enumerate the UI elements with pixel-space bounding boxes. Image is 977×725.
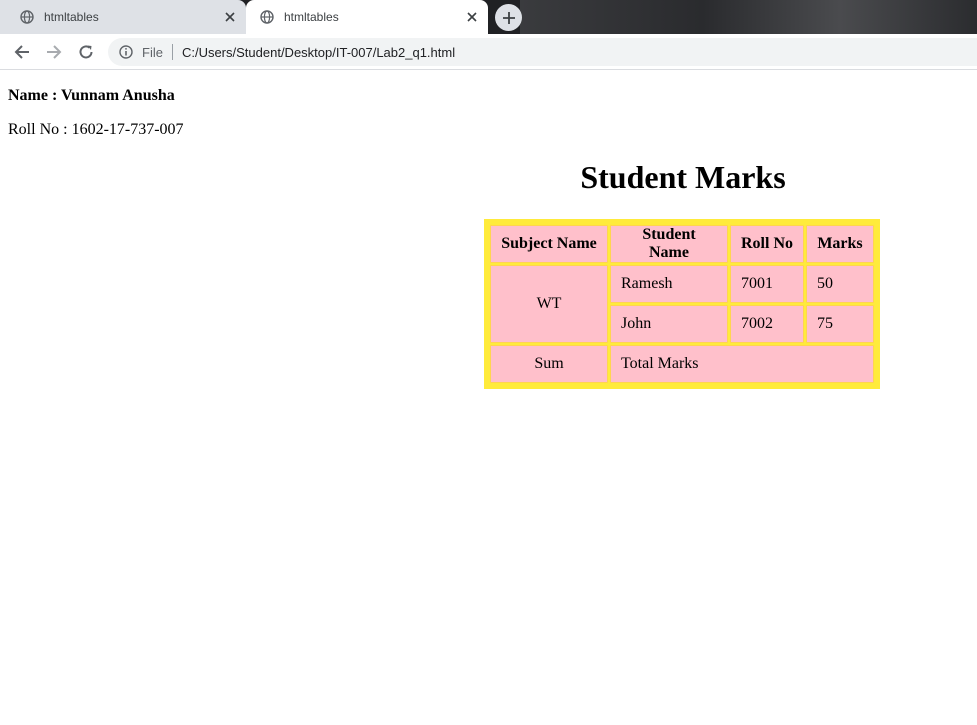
reload-button[interactable] [74, 40, 98, 64]
browser-toolbar: File C:/Users/Student/Desktop/IT-007/Lab… [0, 34, 977, 70]
student-name-cell: Ramesh [610, 265, 728, 303]
close-icon[interactable] [222, 9, 238, 25]
plus-icon [502, 11, 515, 24]
tab-strip: htmltables htmltables [0, 0, 977, 34]
marks-cell: 50 [806, 265, 874, 303]
tab-htmltables-1[interactable]: htmltables [0, 0, 246, 34]
marks-table: Subject Name Student Name Roll No Marks … [484, 219, 880, 389]
marks-cell: 75 [806, 305, 874, 343]
table-footer-row: Sum Total Marks [490, 345, 874, 383]
address-bar[interactable]: File C:/Users/Student/Desktop/IT-007/Lab… [108, 38, 977, 66]
close-icon[interactable] [464, 9, 480, 25]
student-name: Name : Vunnam Anusha [8, 87, 175, 104]
column-header: Roll No [730, 225, 804, 263]
forward-button[interactable] [42, 40, 66, 64]
subject-cell: WT [490, 265, 608, 343]
column-header: Marks [806, 225, 874, 263]
back-button[interactable] [10, 40, 34, 64]
sum-label-cell: Sum [490, 345, 608, 383]
column-header: Subject Name [490, 225, 608, 263]
omnibox-divider [171, 44, 173, 60]
reload-icon [79, 45, 93, 59]
scheme-label: File [142, 44, 163, 60]
table-header-row: Subject Name Student Name Roll No Marks [490, 225, 874, 263]
page-title: Student Marks [580, 159, 786, 195]
roll-no-cell: 7001 [730, 265, 804, 303]
tab-title: htmltables [44, 10, 99, 24]
student-roll-no: Roll No : 1602-17-737-007 [8, 121, 184, 138]
student-name-cell: John [610, 305, 728, 343]
tab-htmltables-2[interactable]: htmltables [246, 0, 488, 34]
roll-no-cell: 7002 [730, 305, 804, 343]
forward-arrow-icon [47, 45, 62, 59]
total-marks-cell: Total Marks [610, 345, 874, 383]
url-text[interactable]: C:/Users/Student/Desktop/IT-007/Lab2_q1.… [182, 45, 455, 60]
column-header: Student Name [610, 225, 728, 263]
window-titlebar-background [520, 0, 977, 34]
globe-icon [260, 10, 274, 24]
new-tab-button[interactable] [495, 4, 522, 31]
tab-title: htmltables [284, 10, 339, 24]
page-content: Name : Vunnam Anusha Roll No : 1602-17-7… [0, 71, 977, 725]
globe-icon [20, 10, 34, 24]
table-row: WT Ramesh 7001 50 [490, 265, 874, 343]
back-arrow-icon [14, 45, 29, 59]
info-icon[interactable] [118, 44, 134, 60]
